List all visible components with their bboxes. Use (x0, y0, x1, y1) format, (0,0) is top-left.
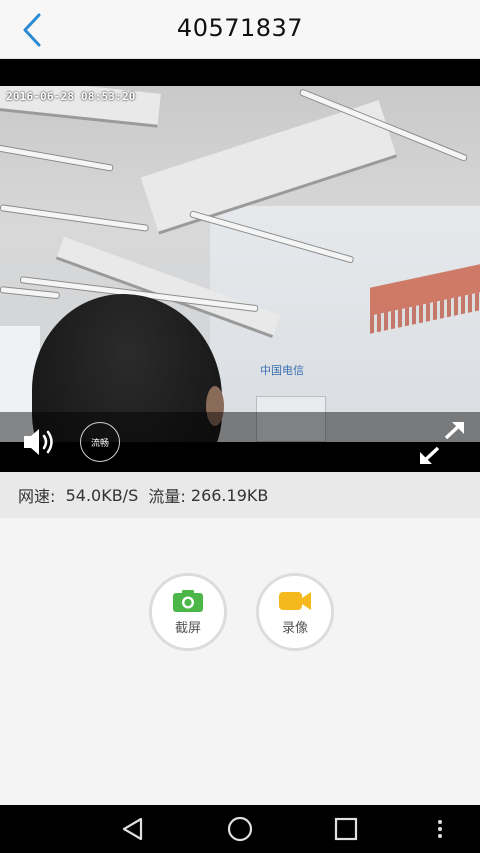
page-title: 40571837 (176, 14, 304, 42)
video-control-bar: 流畅 (0, 412, 480, 472)
speaker-icon (24, 429, 53, 455)
svg-text:中国电信: 中国电信 (260, 364, 304, 377)
volume-button[interactable] (20, 424, 60, 460)
nav-menu-icon (438, 820, 442, 838)
screenshot-button[interactable]: 截屏 (149, 573, 227, 651)
screenshot-label: 截屏 (174, 620, 201, 636)
nav-back-icon (122, 817, 143, 841)
speed-value: 54.0KB/S (65, 485, 139, 505)
top-bar: 40571837 (0, 0, 480, 59)
nav-home-button[interactable] (220, 813, 260, 845)
fullscreen-button[interactable] (418, 420, 466, 466)
nav-recents-icon (334, 817, 358, 841)
video-timestamp: 2016-06-28 08:53:20 (6, 90, 136, 103)
expand-arrows-icon (420, 421, 464, 465)
nav-menu-button[interactable] (420, 813, 460, 845)
speed-label: 网速: (18, 487, 56, 506)
stream-quality-button[interactable]: 流畅 (80, 422, 120, 462)
video-player[interactable]: 中国电信 2016-06-28 08:53:20 流畅 (0, 59, 480, 472)
nav-back-button[interactable] (113, 813, 153, 845)
record-label: 录像 (281, 620, 308, 636)
system-nav-bar (0, 805, 480, 853)
network-stats-bar: 网速: 54.0KB/S 流量: 266.19KB (0, 472, 480, 518)
record-button[interactable]: 录像 (256, 573, 334, 651)
camera-icon (173, 589, 203, 612)
camera-feed-image: 中国电信 2016-06-28 08:53:20 (0, 86, 480, 442)
action-panel: 截屏 录像 (0, 518, 480, 804)
nav-home-icon (227, 816, 253, 842)
traffic-value: 266.19KB (190, 485, 269, 505)
traffic-label: 流量: (148, 487, 186, 506)
nav-recents-button[interactable] (326, 813, 366, 845)
video-camera-icon (279, 591, 311, 610)
app-screen: 40571837 中国电信 2016-06-28 08:53:20 流畅 网速:… (0, 0, 480, 853)
